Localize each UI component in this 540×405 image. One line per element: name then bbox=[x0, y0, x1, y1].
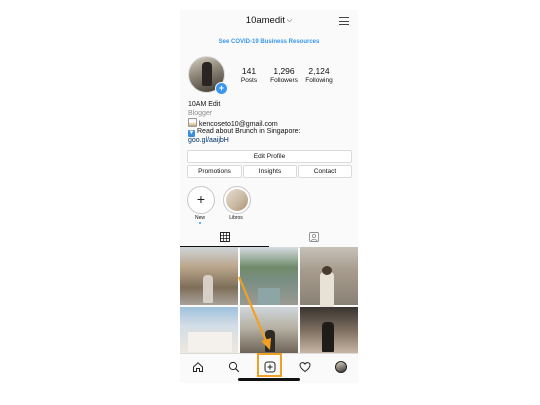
tagged-photos-icon[interactable] bbox=[309, 232, 319, 242]
insights-button[interactable]: Insights bbox=[243, 165, 297, 178]
add-story-plus-icon[interactable]: + bbox=[215, 82, 228, 95]
hamburger-menu-icon[interactable] bbox=[339, 17, 349, 25]
followers-label: Followers bbox=[270, 77, 298, 84]
heart-icon[interactable] bbox=[299, 361, 311, 373]
following-label: Following bbox=[305, 77, 333, 84]
plus-icon: + bbox=[196, 191, 206, 207]
bio-read-text: Read about Brunch in Singapore: bbox=[197, 128, 301, 135]
post-person bbox=[265, 330, 275, 352]
post-person bbox=[322, 322, 334, 352]
followers-count: 1,296 bbox=[273, 66, 295, 76]
avatar-person-silhouette bbox=[202, 62, 212, 86]
post-building bbox=[188, 332, 232, 352]
bio-link[interactable]: goo.gl/aaijbH bbox=[188, 136, 229, 145]
new-highlight-label: New bbox=[194, 215, 205, 221]
post-person-head bbox=[322, 266, 332, 275]
username-switcher[interactable]: 10amedit ⌵ bbox=[180, 15, 358, 26]
profile-display-name: 10AM Edit bbox=[188, 101, 221, 108]
following-stat[interactable]: 2,124 Following bbox=[299, 66, 339, 84]
post-person bbox=[320, 272, 334, 307]
home-icon[interactable] bbox=[192, 361, 204, 373]
followers-stat[interactable]: 1,296 Followers bbox=[264, 66, 304, 84]
profile-avatar-tab[interactable] bbox=[335, 361, 347, 373]
instagram-profile-screen: 10amedit ⌵ See COVID-19 Business Resource… bbox=[180, 10, 358, 383]
new-indicator-dot bbox=[199, 222, 201, 224]
following-count: 2,124 bbox=[308, 66, 330, 76]
posts-count: 141 bbox=[241, 66, 257, 76]
profile-category: Blogger bbox=[188, 110, 213, 117]
post-canal-water bbox=[258, 288, 280, 305]
home-indicator bbox=[238, 378, 300, 381]
edit-profile-button[interactable]: Edit Profile bbox=[187, 150, 352, 163]
covid-resources-link[interactable]: See COVID-19 Business Resources bbox=[180, 39, 358, 45]
contact-button[interactable]: Contact bbox=[298, 165, 352, 178]
new-post-highlight-box bbox=[257, 353, 282, 377]
chevron-down-icon: ⌵ bbox=[286, 17, 293, 24]
posts-stat[interactable]: 141 Posts bbox=[229, 66, 269, 84]
post-person bbox=[203, 275, 213, 303]
libros-highlight-label: Libros bbox=[229, 215, 243, 221]
new-highlight-button[interactable]: + bbox=[187, 186, 215, 214]
search-icon[interactable] bbox=[228, 361, 240, 373]
username-label: 10amedit bbox=[245, 15, 285, 26]
libros-highlight-cover bbox=[226, 189, 248, 211]
promotions-button[interactable]: Promotions bbox=[187, 165, 242, 178]
posts-label: Posts bbox=[240, 77, 258, 84]
grid-view-icon[interactable] bbox=[220, 232, 230, 242]
envelope-icon bbox=[188, 118, 197, 127]
